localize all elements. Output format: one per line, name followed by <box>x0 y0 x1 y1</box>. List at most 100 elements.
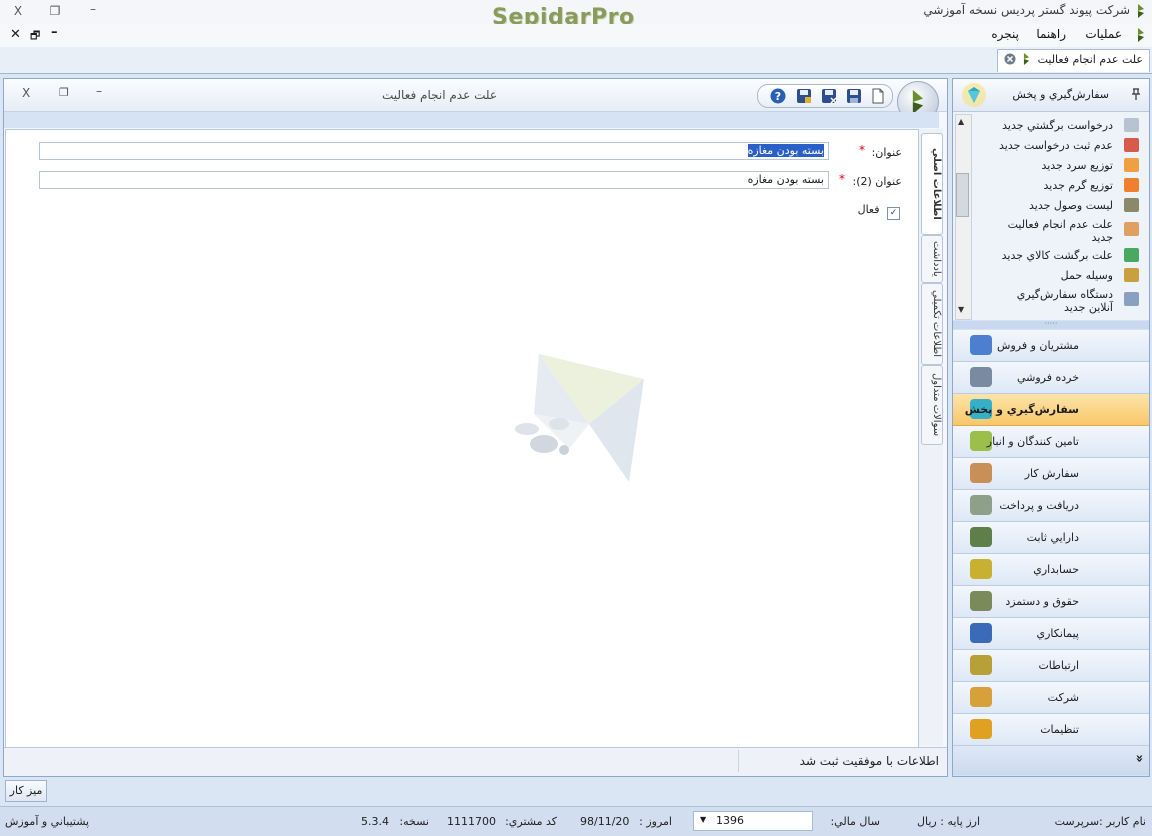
coins-icon <box>970 591 992 611</box>
nav-item-hot-dist[interactable]: توزيع گرم جديد <box>993 179 1114 192</box>
module-accounting[interactable]: حسابداري <box>953 554 1149 586</box>
tab-main-info[interactable]: اطلاعات اصلي <box>921 133 943 235</box>
title2-input[interactable]: بسته بودن مغازه <box>39 171 829 189</box>
footer-today: 98/11/20 <box>580 815 630 828</box>
nav-item-cold-dist[interactable]: توزيع سرد جديد <box>993 159 1113 172</box>
nav-footer: » <box>953 746 1149 775</box>
required-marker: * <box>839 172 845 186</box>
mdi-minimize-button[interactable]: – <box>51 25 58 40</box>
form-close-button[interactable]: X <box>22 86 30 100</box>
help-icon[interactable]: ? <box>770 88 786 104</box>
title-label: عنوان: <box>871 146 902 159</box>
nav-item-return-reason[interactable]: علت برگشت کالاي جديد <box>993 249 1113 262</box>
footer-version-label: نسخه: <box>399 815 429 828</box>
module-customers-sales[interactable]: مشتريان و فروش <box>953 330 1149 362</box>
menu-help[interactable]: راهنما <box>1036 27 1066 41</box>
nav-header-title: سفارش‌گيري و پخش <box>1012 88 1109 101</box>
nav-item-vehicle[interactable]: وسيله حمل <box>993 269 1113 282</box>
active-label: فعال <box>857 203 880 216</box>
form-window: X ❐ – علت عدم انجام فعاليت ? عنوان: * بس… <box>3 78 948 777</box>
truck-icon <box>1124 178 1139 192</box>
title2-label: عنوان (2): <box>852 175 903 188</box>
module-label: تامين کنندگان و انبار <box>986 435 1079 448</box>
minimize-window-button[interactable]: – <box>84 2 102 16</box>
form-side-tabs: اطلاعات اصلي يادداشت اطلاعات تکميلي سوال… <box>918 129 943 746</box>
form-band <box>4 112 939 128</box>
module-fixed-assets[interactable]: دارايي ثابت <box>953 522 1149 554</box>
parts-icon <box>970 463 992 483</box>
checkbox-check-icon[interactable]: ✓ <box>887 207 900 220</box>
close-tab-icon[interactable] <box>1004 53 1016 65</box>
tab-notes[interactable]: يادداشت <box>921 235 943 283</box>
menu-window[interactable]: پنجره <box>991 27 1019 41</box>
support-link[interactable]: پشتيباني و آموزش <box>5 815 89 828</box>
restore-window-button[interactable]: ❐ <box>46 4 64 18</box>
expand-nav-icon[interactable]: » <box>1131 754 1146 762</box>
module-contracting[interactable]: پيمانکاري <box>953 618 1149 650</box>
module-communications[interactable]: ارتباطات <box>953 650 1149 682</box>
app-title: شرکت پیوند گستر پردیس نسخه آموزشي <box>923 3 1130 17</box>
module-retail[interactable]: خرده فروشي <box>953 362 1149 394</box>
nav-scrollbar[interactable]: ▲ ▼ <box>955 114 972 320</box>
nav-item-return-request[interactable]: درخواست برگشتي جديد <box>993 119 1113 132</box>
desktop-button[interactable]: ميز کار <box>5 780 47 802</box>
save-new-icon[interactable] <box>821 88 837 104</box>
document-icon <box>1124 118 1139 132</box>
nav-item-no-activity-reason[interactable]: علت عدم انجام فعاليت جديد <box>993 218 1113 244</box>
handshake-icon <box>970 623 992 643</box>
tab-label: علت عدم انجام فعاليت <box>1037 53 1143 66</box>
module-label: دارايي ثابت <box>1026 531 1079 544</box>
device-icon <box>1124 292 1139 306</box>
app-logo-icon <box>1138 4 1144 18</box>
tab-faq[interactable]: سوالات متداول <box>921 365 943 445</box>
module-payroll[interactable]: حقوق و دستمزد <box>953 586 1149 618</box>
pin-icon[interactable] <box>1131 88 1141 100</box>
module-work-order[interactable]: سفارش کار <box>953 458 1149 490</box>
form-status-bar: اطلاعات با موفقيت ثبت شد <box>4 747 947 776</box>
scroll-up-icon[interactable]: ▲ <box>958 117 964 126</box>
dropdown-arrow-icon[interactable]: ▼ <box>700 815 706 824</box>
scroll-thumb[interactable] <box>956 173 969 217</box>
mdi-close-button[interactable]: ✕ <box>10 27 21 42</box>
module-settings[interactable]: تنظيمات <box>953 714 1149 746</box>
nav-item-collection-list[interactable]: ليست وصول جديد <box>993 199 1113 212</box>
module-label: حقوق و دستمزد <box>1005 595 1079 608</box>
footer-today-label: امروز : <box>639 815 672 828</box>
menu-operations[interactable]: عمليات <box>1085 27 1122 41</box>
module-label: سفارش کار <box>1024 467 1079 480</box>
title2-input-value: بسته بودن مغازه <box>747 173 824 186</box>
truck-icon <box>1124 158 1139 172</box>
scroll-down-icon[interactable]: ▼ <box>958 305 964 314</box>
save-icon[interactable] <box>846 88 862 104</box>
footer-version: 5.3.4 <box>361 815 389 828</box>
nav-item-no-request[interactable]: عدم ثبت درخواست جديد <box>993 139 1113 152</box>
module-ordering-distribution[interactable]: سفارش‌گيري و پخش <box>953 394 1149 426</box>
title-input[interactable]: بسته بودن مغازه <box>39 142 829 160</box>
module-receive-pay[interactable]: دريافت و پرداخت <box>953 490 1149 522</box>
fiscal-year-select[interactable]: ▼ 1396 <box>693 811 813 831</box>
footer-year-label: سال مالي: <box>830 815 880 828</box>
tab-activity-reason[interactable]: علت عدم انجام فعاليت <box>996 49 1150 72</box>
new-document-icon[interactable] <box>870 88 886 104</box>
save-close-icon[interactable] <box>796 88 812 104</box>
module-label: تنظيمات <box>1040 723 1079 736</box>
active-checkbox[interactable]: ✓ فعال <box>858 203 900 220</box>
nav-header: سفارش‌گيري و پخش <box>953 79 1149 112</box>
clipboard-icon <box>1124 222 1139 236</box>
nav-splitter[interactable]: ····· <box>953 320 1149 329</box>
form-minimize-button[interactable]: – <box>96 84 102 98</box>
close-window-button[interactable]: X <box>9 4 27 18</box>
form-restore-button[interactable]: ❐ <box>59 86 69 99</box>
menu-logo-icon <box>1138 28 1144 42</box>
tab-extra-info[interactable]: اطلاعات تکميلي <box>921 283 943 365</box>
footer-customer-code-label: کد مشتري: <box>505 815 557 828</box>
module-label: ارتباطات <box>1038 659 1079 672</box>
mdi-restore-button[interactable]: 🗗 <box>30 27 40 46</box>
desktop-bar: ميز کار <box>0 778 1152 805</box>
module-suppliers-warehouse[interactable]: تامين کنندگان و انبار <box>953 426 1149 458</box>
calculator-icon <box>970 559 992 579</box>
document-tab-strip: علت عدم انجام فعاليت <box>0 47 1152 74</box>
nav-item-online-device[interactable]: دستگاه سفارش‌گيري آنلاين جديد <box>993 288 1113 314</box>
module-company[interactable]: شرکت <box>953 682 1149 714</box>
form-content: عنوان: * بسته بودن مغازه عنوان (2): * بس… <box>5 129 919 748</box>
